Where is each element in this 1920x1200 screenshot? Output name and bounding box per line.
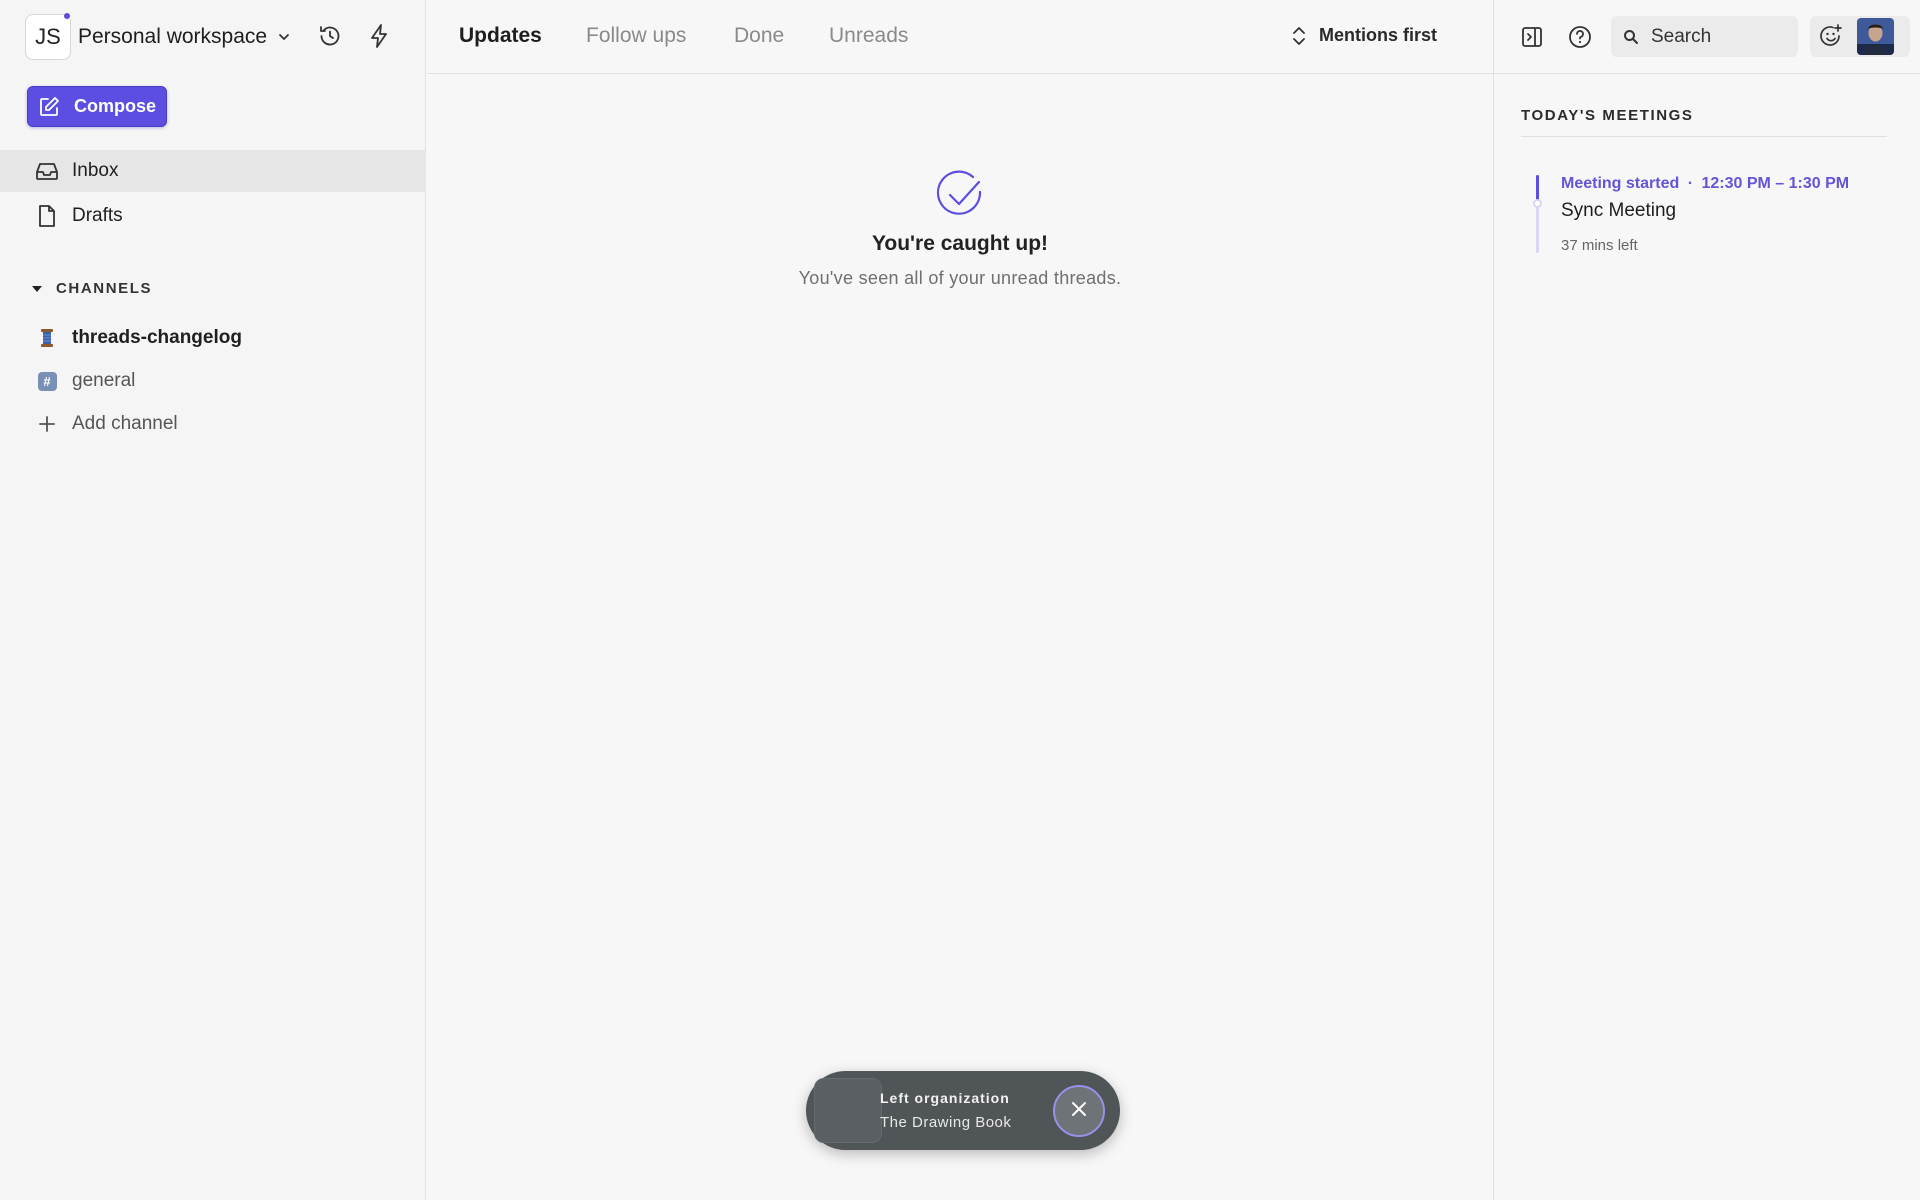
toast-subtitle: The Drawing Book [880, 1114, 1012, 1131]
spool-icon [36, 327, 58, 349]
empty-state: You're caught up! You've seen all of you… [427, 170, 1493, 289]
empty-subtitle: You've seen all of your unread threads. [798, 268, 1122, 288]
empty-title: You're caught up! [871, 232, 1049, 255]
help-icon[interactable] [1565, 22, 1595, 52]
caret-down-icon [30, 282, 44, 296]
sidebar-item-inbox[interactable]: Inbox [0, 150, 426, 192]
avatar[interactable] [1857, 18, 1894, 55]
tab-updates[interactable]: Updates [459, 24, 542, 48]
meeting-status: Meeting started [1561, 175, 1680, 192]
inbox-icon [34, 158, 60, 184]
chevron-down-icon [277, 29, 293, 45]
tab-follow-ups[interactable]: Follow ups [586, 24, 686, 48]
compose-label: Compose [74, 96, 157, 116]
meetings-heading: TODAY'S MEETINGS [1521, 107, 1694, 124]
add-channel-label: Add channel [72, 413, 178, 434]
toast-title: Left organization [880, 1090, 1010, 1106]
workspace-name: Personal workspace [78, 25, 268, 48]
sidebar-item-drafts[interactable]: Drafts [0, 195, 426, 237]
main-content: Updates Follow ups Done Unreads Mentions… [427, 0, 1493, 1200]
toast-notification: Left organization The Drawing Book [806, 1071, 1120, 1150]
tab-unreads[interactable]: Unreads [829, 24, 908, 48]
meeting-time: 12:30 PM – 1:30 PM [1701, 175, 1850, 192]
meeting-progress-knob [1533, 199, 1542, 208]
sidebar-item-label: Drafts [72, 205, 123, 226]
search-box[interactable] [1611, 16, 1798, 57]
workspace-switcher[interactable]: JS Personal workspace [25, 12, 293, 60]
right-panel: TODAY'S MEETINGS Meeting started · 12:30… [1493, 0, 1920, 1200]
meeting-remaining: 37 mins left [1561, 237, 1638, 254]
meeting-meta[interactable]: Meeting started · 12:30 PM – 1:30 PM [1561, 175, 1849, 193]
compose-icon [36, 94, 62, 120]
toast-close-button[interactable] [1053, 1085, 1105, 1137]
sort-icon [1289, 26, 1309, 46]
organization-thumbnail [814, 1078, 882, 1143]
check-circle-icon [934, 170, 986, 222]
sort-label: Mentions first [1319, 25, 1438, 45]
compose-button[interactable]: Compose [27, 86, 167, 127]
workspace-initials: JS [35, 24, 61, 49]
history-icon[interactable] [315, 21, 345, 51]
search-input[interactable] [1651, 25, 1781, 48]
channel-threads-changelog[interactable]: threads-changelog [0, 318, 426, 358]
lightning-icon[interactable] [364, 21, 394, 51]
sidebar: JS Personal workspace Compose Inbox Draf… [0, 0, 426, 1200]
channel-label: general [72, 370, 136, 391]
meeting-progress-bar [1533, 175, 1542, 253]
right-toolbar [1494, 0, 1920, 74]
user-menu[interactable] [1810, 16, 1910, 57]
meeting-separator: · [1687, 175, 1694, 192]
search-icon [1623, 28, 1641, 46]
document-icon [34, 203, 60, 229]
add-channel-button[interactable]: Add channel [0, 404, 426, 444]
divider [1521, 136, 1887, 137]
tab-done[interactable]: Done [734, 24, 784, 48]
plus-icon [36, 413, 58, 435]
channel-general[interactable]: # general [0, 361, 426, 401]
meeting-progress-fill [1536, 175, 1539, 201]
channels-section-toggle[interactable]: CHANNELS [30, 280, 152, 297]
workspace-avatar: JS [25, 12, 71, 60]
hash-icon: # [36, 370, 58, 392]
channel-label: threads-changelog [72, 327, 242, 348]
add-reaction-icon[interactable] [1816, 21, 1846, 51]
toggle-panel-icon[interactable] [1517, 22, 1547, 52]
close-icon [1070, 1100, 1088, 1123]
tab-bar: Updates Follow ups Done Unreads Mentions… [427, 0, 1493, 74]
sidebar-item-label: Inbox [72, 160, 119, 181]
meeting-title[interactable]: Sync Meeting [1561, 200, 1676, 222]
channels-heading: CHANNELS [56, 280, 153, 297]
sort-button[interactable]: Mentions first [1289, 25, 1437, 46]
notification-dot [63, 12, 71, 20]
